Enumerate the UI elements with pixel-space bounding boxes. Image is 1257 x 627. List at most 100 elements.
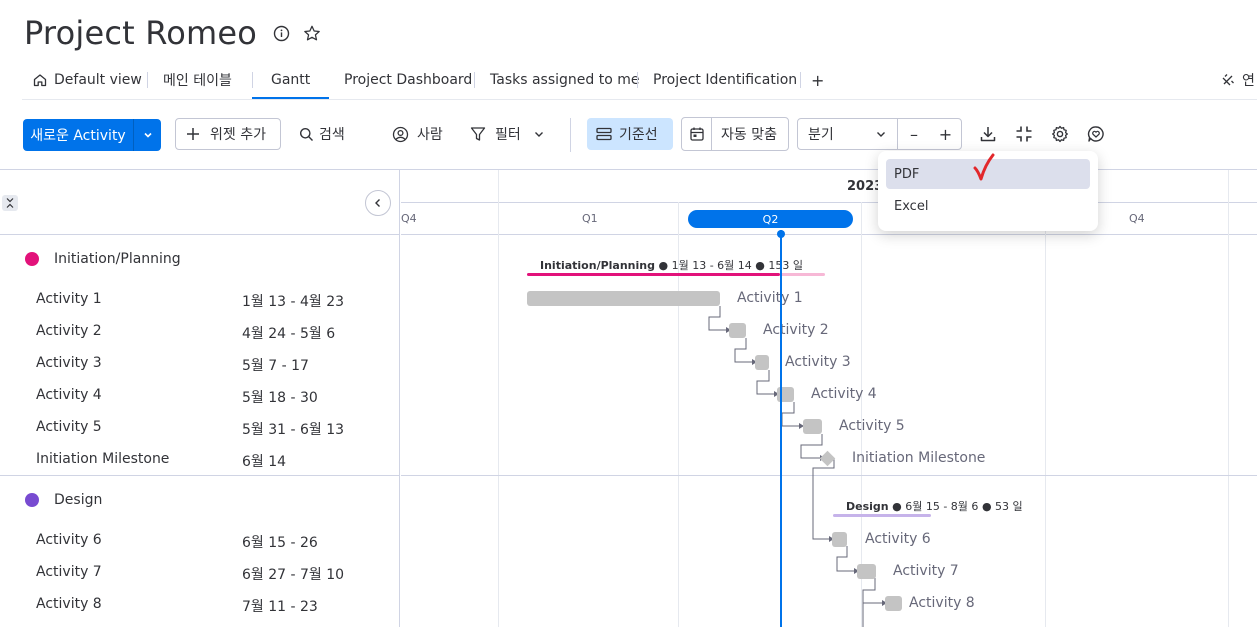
- bar-label: Activity 3: [785, 354, 851, 370]
- chevron-down-icon[interactable]: [134, 119, 161, 151]
- baseline-toggle[interactable]: 기준선: [587, 118, 673, 150]
- dot-separator: ●: [892, 500, 902, 513]
- tab-project-dashboard[interactable]: Project Dashboard: [344, 60, 472, 100]
- item-date[interactable]: 6월 27 - 7월 10: [242, 564, 344, 584]
- gantt-bar[interactable]: [527, 291, 720, 306]
- gantt-bar[interactable]: [729, 323, 746, 338]
- gear-icon[interactable]: [1050, 124, 1070, 144]
- zoom-out-button[interactable]: –: [898, 119, 930, 149]
- item-name[interactable]: Activity 8: [36, 596, 102, 612]
- active-tab-indicator: [252, 97, 329, 99]
- item-name[interactable]: Activity 6: [36, 532, 102, 548]
- filter-button[interactable]: 필터: [470, 124, 545, 144]
- baseline-icon: [596, 127, 612, 141]
- item-name[interactable]: Activity 1: [36, 291, 102, 307]
- today-line: [780, 230, 782, 627]
- group-summary-days: 53 일: [995, 500, 1023, 513]
- feedback-icon[interactable]: [1086, 124, 1106, 144]
- group-timeline-bar-rest: [780, 273, 825, 276]
- item-date[interactable]: 6월 15 - 26: [242, 532, 318, 552]
- group-summary-range: 6월 15 - 8월 6: [905, 500, 979, 513]
- group-divider: [0, 475, 400, 476]
- group-color-dot: [25, 252, 39, 266]
- collapse-all-icon[interactable]: [2, 195, 18, 211]
- person-label: 사람: [417, 127, 443, 143]
- info-icon[interactable]: [272, 24, 290, 42]
- item-name[interactable]: Activity 5: [36, 419, 102, 435]
- tab-default-view[interactable]: Default view: [32, 60, 142, 100]
- calendar-icon: [682, 118, 712, 150]
- tab-divider: [252, 72, 253, 88]
- item-date[interactable]: 7월 11 - 23: [242, 596, 318, 616]
- gantt-bar[interactable]: [755, 355, 769, 370]
- star-icon[interactable]: [303, 24, 321, 42]
- export-excel-option[interactable]: Excel: [886, 191, 1090, 221]
- gantt-bar[interactable]: [885, 596, 902, 611]
- item-name[interactable]: Initiation Milestone: [36, 451, 169, 467]
- collapse-icon[interactable]: [1014, 124, 1034, 144]
- add-widget-button[interactable]: 위젯 추가: [175, 118, 281, 150]
- item-date[interactable]: 5월 7 - 17: [242, 355, 309, 375]
- search-button[interactable]: 검색: [299, 124, 345, 144]
- collapse-pane-button[interactable]: [365, 190, 391, 216]
- toolbar-divider: [570, 118, 571, 152]
- new-activity-label: 새로운 Activity: [30, 128, 126, 144]
- zoom-in-button[interactable]: +: [930, 119, 961, 149]
- gantt-bar[interactable]: [832, 532, 847, 547]
- tab-gantt[interactable]: Gantt: [271, 60, 310, 100]
- group-summary-name: Initiation/Planning: [540, 259, 655, 272]
- tab-tasks-assigned[interactable]: Tasks assigned to me: [490, 60, 639, 100]
- bar-label: Activity 7: [893, 563, 959, 579]
- zoom-level-select[interactable]: 분기: [798, 119, 898, 149]
- plus-icon: [187, 128, 199, 140]
- item-date[interactable]: 4월 24 - 5월 6: [242, 323, 335, 343]
- chevron-left-icon: [375, 199, 380, 207]
- tab-project-identification[interactable]: Project Identification: [653, 60, 797, 100]
- item-name[interactable]: Activity 2: [36, 323, 102, 339]
- group-color-dot: [25, 493, 39, 507]
- auto-fit-button[interactable]: 자동 맞춤: [681, 117, 789, 151]
- dot-separator: ●: [658, 259, 669, 272]
- bar-label: Activity 5: [839, 418, 905, 434]
- item-date[interactable]: 5월 31 - 6월 13: [242, 419, 344, 439]
- tab-label: Default view: [54, 72, 142, 88]
- tab-integrate[interactable]: 연: [1220, 60, 1255, 100]
- tab-label: 메인 테이블: [163, 73, 232, 89]
- item-name[interactable]: Activity 4: [36, 387, 102, 403]
- filter-icon: [470, 127, 486, 141]
- zoom-level-label: 분기: [808, 127, 834, 143]
- group-title[interactable]: Design: [54, 492, 102, 508]
- group-summary-range: 1월 13 - 6월 14: [671, 259, 752, 272]
- item-date[interactable]: 5월 18 - 30: [242, 387, 318, 407]
- zoom-control: 분기 – +: [797, 118, 962, 150]
- tab-divider: [474, 72, 475, 88]
- gantt-timeline: 2023 Q4 Q1 Q2 Q4 Initiation/Planning ● 1…: [401, 170, 1257, 627]
- search-label: 검색: [319, 127, 345, 143]
- group-summary: Design ● 6월 15 - 8월 6 ● 53 일: [846, 498, 1023, 514]
- page-title: Project Romeo: [24, 14, 258, 52]
- today-marker-dot: [777, 230, 785, 238]
- item-name[interactable]: Activity 7: [36, 564, 102, 580]
- tab-label: 연: [1242, 73, 1255, 89]
- download-icon[interactable]: [978, 124, 998, 144]
- header-divider: [0, 234, 400, 235]
- group-timeline-bar[interactable]: [527, 273, 780, 276]
- item-date[interactable]: 1월 13 - 4월 23: [242, 291, 344, 311]
- add-view-button[interactable]: +: [811, 60, 824, 100]
- group-title[interactable]: Initiation/Planning: [54, 251, 181, 267]
- tab-main-table[interactable]: 메인 테이블: [163, 60, 232, 100]
- gantt-bar[interactable]: [857, 564, 876, 579]
- chevron-down-icon: [877, 132, 885, 137]
- item-name[interactable]: Activity 3: [36, 355, 102, 371]
- group-summary-days: 153 일: [768, 259, 804, 272]
- new-activity-button[interactable]: 새로운 Activity: [23, 119, 161, 151]
- person-icon: [392, 126, 409, 142]
- group-timeline-bar[interactable]: [833, 514, 931, 517]
- gantt-bar[interactable]: [803, 419, 822, 434]
- bar-label: Activity 1: [737, 290, 803, 306]
- person-filter-button[interactable]: 사람: [392, 124, 443, 144]
- tab-label: Project Dashboard: [344, 72, 473, 88]
- checkmark-icon: [973, 153, 995, 181]
- dot-separator: ●: [981, 500, 992, 513]
- item-date[interactable]: 6월 14: [242, 451, 286, 471]
